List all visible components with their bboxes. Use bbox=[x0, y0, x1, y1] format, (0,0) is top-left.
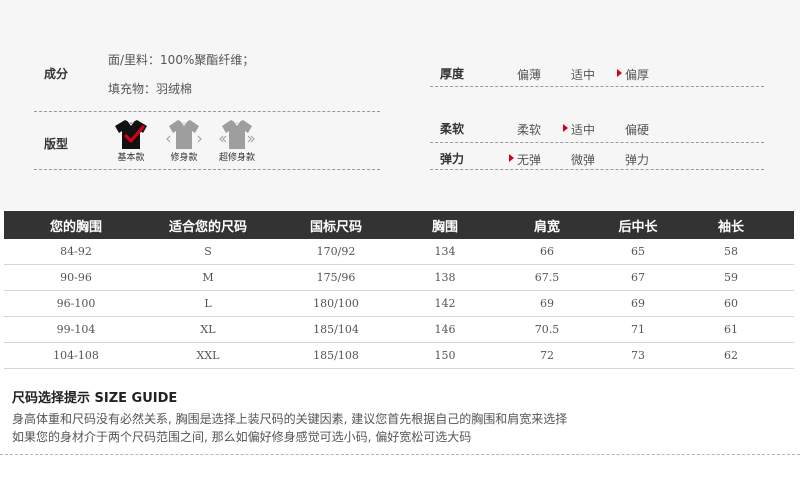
composition-filling: 填充物：羽绒棉 bbox=[108, 82, 193, 96]
table-cell: 73 bbox=[608, 342, 668, 369]
table-cell: 185/108 bbox=[268, 342, 404, 369]
softness-option-medium-selected: 适中 bbox=[562, 123, 596, 137]
divider bbox=[430, 86, 764, 87]
table-cell: 72 bbox=[486, 342, 608, 369]
slim-shirt-icon bbox=[166, 120, 202, 149]
table-cell: 66 bbox=[486, 239, 608, 265]
table-cell: XXL bbox=[148, 342, 268, 369]
table-row: 104-108 XXL 185/108 150 72 73 62 bbox=[4, 342, 794, 369]
header-chest: 胸围 bbox=[404, 211, 486, 239]
table-cell: 65 bbox=[608, 239, 668, 265]
divider bbox=[430, 169, 764, 170]
elasticity-label: 弹力 bbox=[440, 152, 465, 166]
size-guide-text-line-1: 身高体重和尺码没有必然关系, 胸围是选择上装尺码的关键因素, 建议您首先根据自己… bbox=[12, 412, 568, 426]
table-cell: 58 bbox=[668, 239, 794, 265]
header-sleeve: 袖长 bbox=[668, 211, 794, 239]
size-guide-text-line-2: 如果您的身材介于两个尺码范围之间, 那么如偏好修身感觉可选小码, 偏好宽松可选大… bbox=[12, 430, 472, 444]
table-cell: M bbox=[148, 264, 268, 291]
elasticity-option-none-selected: 无弹 bbox=[508, 153, 542, 167]
table-cell: 150 bbox=[404, 342, 486, 369]
elasticity-option-slight: 微弹 bbox=[571, 153, 596, 167]
table-cell: 67 bbox=[608, 264, 668, 291]
size-guide-title: 尺码选择提示 SIZE GUIDE bbox=[12, 391, 178, 406]
table-cell: 170/92 bbox=[268, 239, 404, 265]
divider bbox=[34, 111, 380, 112]
table-cell: 142 bbox=[404, 290, 486, 317]
extra-slim-shirt-icon bbox=[219, 120, 255, 149]
basic-shirt-icon bbox=[115, 120, 147, 149]
fit-option-basic-label: 基本款 bbox=[117, 153, 145, 163]
thickness-option-thin: 偏薄 bbox=[517, 68, 542, 82]
table-cell: 90-96 bbox=[4, 264, 148, 291]
header-back-length: 后中长 bbox=[608, 211, 668, 239]
table-cell: 60 bbox=[668, 290, 794, 317]
header-national-size: 国标尺码 bbox=[268, 211, 404, 239]
header-your-size: 适合您的尺码 bbox=[148, 211, 268, 239]
size-table: 您的胸围 适合您的尺码 国标尺码 胸围 肩宽 后中长 袖长 84-92 S 17… bbox=[4, 211, 794, 369]
table-cell: 146 bbox=[404, 316, 486, 343]
table-cell: 134 bbox=[404, 239, 486, 265]
softness-option-soft: 柔软 bbox=[517, 123, 542, 137]
table-cell: XL bbox=[148, 316, 268, 343]
table-cell: 185/104 bbox=[268, 316, 404, 343]
table-cell: 67.5 bbox=[486, 264, 608, 291]
fit-option-basic: 基本款 bbox=[111, 118, 151, 163]
table-cell: 104-108 bbox=[4, 342, 148, 369]
table-cell: 70.5 bbox=[486, 316, 608, 343]
thickness-label: 厚度 bbox=[440, 67, 465, 81]
table-cell: 61 bbox=[668, 316, 794, 343]
bottom-divider bbox=[0, 454, 800, 455]
softness-option-hard: 偏硬 bbox=[625, 123, 650, 137]
table-row: 90-96 M 175/96 138 67.5 67 59 bbox=[4, 264, 794, 291]
elasticity-option-stretch: 弹力 bbox=[625, 153, 650, 167]
composition-fabric: 面/里料：100%聚酯纤维； bbox=[108, 53, 255, 67]
fit-option-extra-slim: 超修身款 bbox=[217, 118, 257, 163]
fit-label: 版型 bbox=[44, 137, 69, 151]
table-cell: 62 bbox=[668, 342, 794, 369]
divider bbox=[34, 169, 380, 170]
table-cell: 180/100 bbox=[268, 290, 404, 317]
thickness-option-thick-selected: 偏厚 bbox=[616, 68, 650, 82]
table-row: 96-100 L 180/100 142 69 69 60 bbox=[4, 290, 794, 317]
table-cell: 138 bbox=[404, 264, 486, 291]
product-attributes-panel: 成分 面/里料：100%聚酯纤维； 填充物：羽绒棉 版型 基本款 修身款 超修身… bbox=[0, 0, 800, 210]
thickness-option-medium: 适中 bbox=[571, 68, 596, 82]
table-cell: 96-100 bbox=[4, 290, 148, 317]
table-cell: 84-92 bbox=[4, 239, 148, 265]
size-table-header-row: 您的胸围 适合您的尺码 国标尺码 胸围 肩宽 后中长 袖长 bbox=[4, 211, 794, 239]
fit-option-slim: 修身款 bbox=[164, 118, 204, 163]
divider bbox=[430, 142, 764, 143]
fit-option-slim-label: 修身款 bbox=[170, 153, 198, 163]
header-shoulder: 肩宽 bbox=[486, 211, 608, 239]
table-cell: 69 bbox=[608, 290, 668, 317]
table-cell: 175/96 bbox=[268, 264, 404, 291]
table-cell: 69 bbox=[486, 290, 608, 317]
composition-label: 成分 bbox=[44, 67, 69, 81]
table-row: 84-92 S 170/92 134 66 65 58 bbox=[4, 239, 794, 265]
header-your-chest: 您的胸围 bbox=[4, 211, 148, 239]
fit-option-extra-slim-label: 超修身款 bbox=[218, 153, 255, 163]
table-cell: 59 bbox=[668, 264, 794, 291]
softness-label: 柔软 bbox=[440, 122, 465, 136]
table-row: 99-104 XL 185/104 146 70.5 71 61 bbox=[4, 316, 794, 343]
table-cell: 71 bbox=[608, 316, 668, 343]
table-cell: L bbox=[148, 290, 268, 317]
table-cell: S bbox=[148, 239, 268, 265]
table-cell: 99-104 bbox=[4, 316, 148, 343]
